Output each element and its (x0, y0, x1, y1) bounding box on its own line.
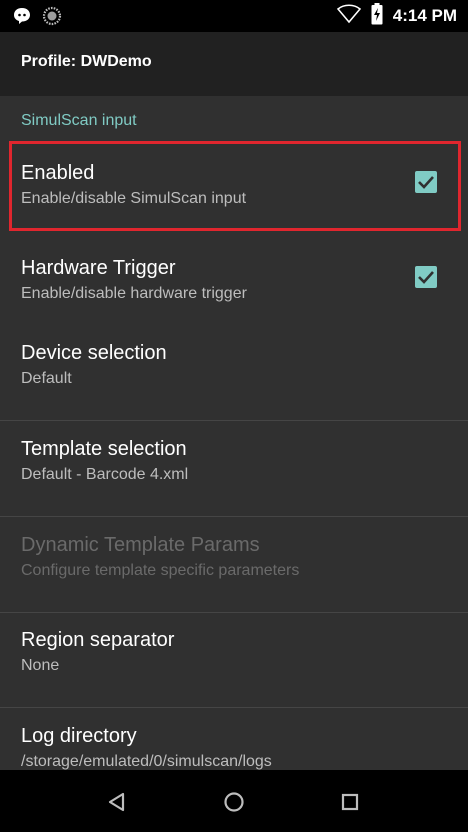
pref-summary: Default - Barcode 4.xml (21, 466, 189, 483)
home-icon (224, 792, 244, 812)
pref-region-separator[interactable]: Region separator None (0, 613, 468, 708)
divider (0, 420, 468, 421)
pref-title: Region separator (21, 629, 175, 651)
pref-hardware-trigger[interactable]: Hardware Trigger Enable/disable hardware… (0, 241, 468, 336)
recents-icon (341, 793, 359, 811)
battery-charging-icon (371, 2, 383, 30)
pref-title: Device selection (21, 342, 167, 364)
back-icon (108, 792, 125, 812)
navigation-bar (0, 770, 468, 832)
highlight-box (9, 141, 461, 231)
pref-title: Template selection (21, 438, 187, 460)
pref-template-selection[interactable]: Template selection Default - Barcode 4.x… (0, 422, 468, 517)
status-bar: 4:14 PM (0, 0, 468, 32)
pref-summary: /storage/emulated/0/simulscan/logs (21, 753, 272, 770)
pref-summary: None (21, 657, 60, 674)
message-icon (12, 6, 32, 31)
scanner-notification-icon (42, 6, 62, 31)
back-button[interactable] (103, 788, 131, 816)
pref-summary: Configure template specific parameters (21, 562, 300, 579)
pref-device-selection[interactable]: Device selection Default (0, 326, 468, 421)
hardware-trigger-checkbox[interactable] (415, 266, 437, 288)
checkmark-icon (418, 271, 434, 284)
page-title: Profile: DWDemo (21, 53, 152, 70)
pref-title: Log directory (21, 725, 137, 747)
pref-title: Hardware Trigger (21, 257, 176, 279)
wifi-icon (336, 3, 361, 29)
pref-summary: Default (21, 370, 72, 387)
category-header: SimulScan input (21, 112, 137, 129)
app-toolbar: Profile: DWDemo (0, 32, 468, 96)
pref-summary: Enable/disable hardware trigger (21, 285, 247, 302)
divider (0, 516, 468, 517)
pref-log-directory[interactable]: Log directory /storage/emulated/0/simuls… (0, 709, 468, 770)
recents-button[interactable] (336, 788, 364, 816)
divider (0, 707, 468, 708)
home-button[interactable] (220, 788, 248, 816)
pref-title: Dynamic Template Params (21, 534, 260, 556)
clock: 4:14 PM (392, 6, 457, 25)
pref-dynamic-template-params: Dynamic Template Params Configure templa… (0, 518, 468, 613)
